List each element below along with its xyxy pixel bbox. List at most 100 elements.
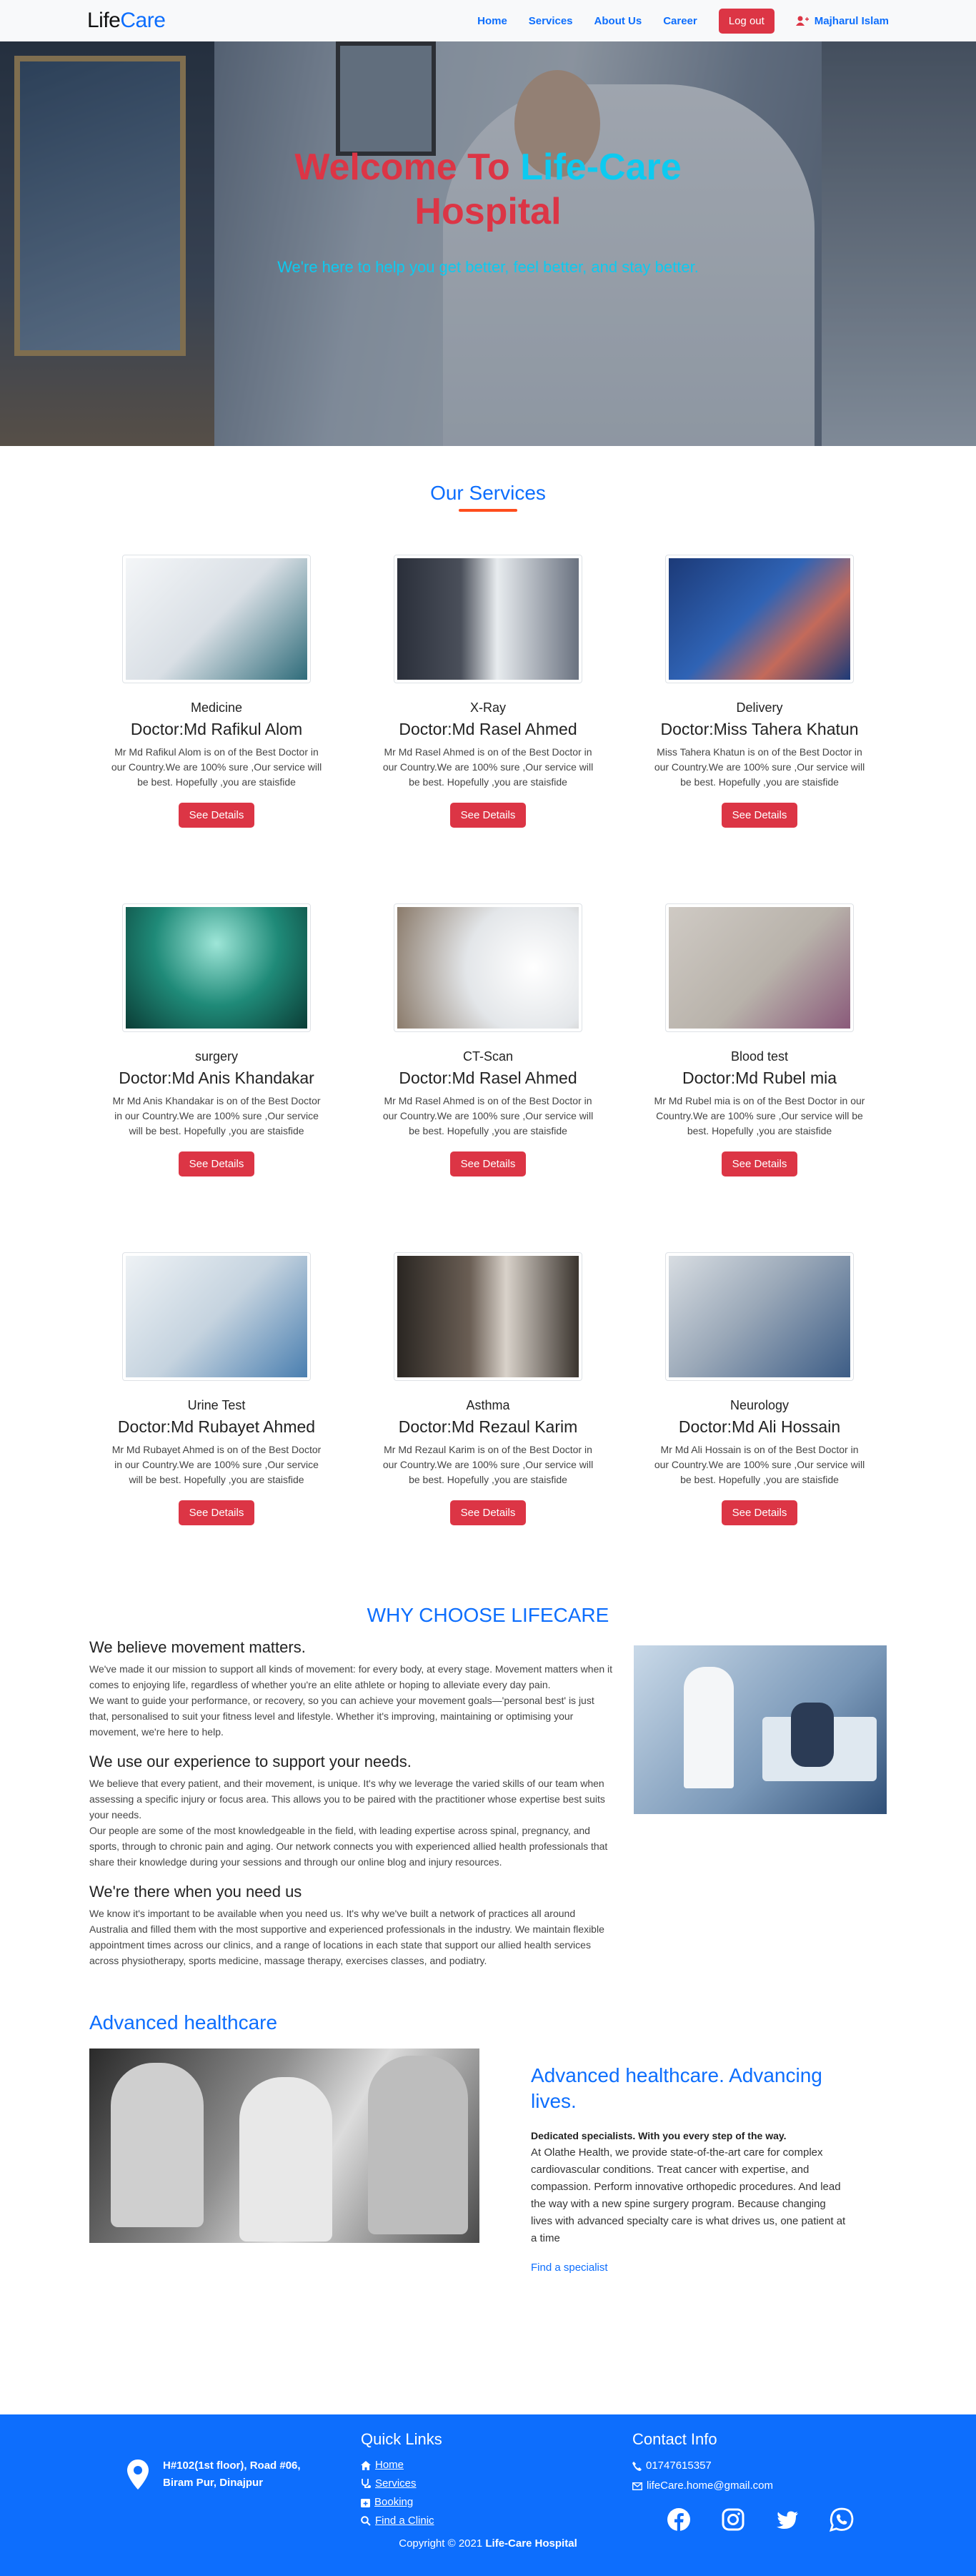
hero-title-brand: Life-Care xyxy=(520,147,682,188)
logout-button[interactable]: Log out xyxy=(718,8,775,34)
home-icon xyxy=(361,2460,371,2470)
see-details-button[interactable]: See Details xyxy=(721,1151,798,1176)
footer-link-home[interactable]: Home xyxy=(361,2456,442,2475)
advanced-image xyxy=(89,2049,479,2243)
hero-title: Welcome To Life-Care Hospital xyxy=(0,145,976,234)
hero-subtitle: We're here to help you get better, feel … xyxy=(277,258,699,276)
service-category: X-Ray xyxy=(469,700,506,715)
see-details-button[interactable]: See Details xyxy=(449,803,527,828)
phone-number: 01747615357 xyxy=(646,2459,712,2472)
hero-content: Welcome To Life-Care Hospital We're here… xyxy=(0,145,976,277)
service-doctor: Doctor:Miss Tahera Khatun xyxy=(660,720,859,738)
contact-title: Contact Info xyxy=(632,2430,717,2448)
footer-quick-links: Quick Links Home Services Booking Find a… xyxy=(361,2430,442,2530)
user-menu[interactable]: Majharul Islam xyxy=(795,14,889,27)
footer: H#102(1st floor), Road #06, Biram Pur, D… xyxy=(0,2414,976,2576)
advanced-heading: Advanced healthcare xyxy=(89,2011,278,2033)
service-doctor: Doctor:Md Rubel mia xyxy=(682,1069,837,1087)
service-category: surgery xyxy=(194,1049,239,1064)
hero-title-part2: Hospital xyxy=(414,191,562,232)
footer-address: H#102(1st floor), Road #06, Biram Pur, D… xyxy=(127,2457,301,2492)
copyright: Copyright © 2021 Life-Care Hospital xyxy=(0,2537,976,2550)
address-text: H#102(1st floor), Road #06, Biram Pur, D… xyxy=(163,2457,301,2492)
user-plus-icon xyxy=(795,16,809,26)
service-image xyxy=(665,1252,854,1381)
footer-link-booking[interactable]: Booking xyxy=(361,2493,442,2512)
service-doctor: Doctor:Md Anis Khandakar xyxy=(119,1069,314,1087)
why-subheading: We're there when you need us xyxy=(89,1883,302,1901)
service-description: Mr Md Rasel Ahmed is on of the Best Doct… xyxy=(382,746,594,788)
advanced-lead: Dedicated specialists. With you every st… xyxy=(531,2130,787,2141)
service-doctor: Doctor:Md Rasel Ahmed xyxy=(399,1069,577,1087)
see-details-button[interactable]: See Details xyxy=(449,1151,527,1176)
services-underline xyxy=(459,509,517,512)
why-paragraph: We've made it our mission to support all… xyxy=(89,1663,613,1690)
see-details-button[interactable]: See Details xyxy=(449,1500,527,1525)
service-card-delivery: Delivery Doctor:Miss Tahera Khatun Miss … xyxy=(624,555,895,871)
why-paragraph: Our people are some of the most knowledg… xyxy=(89,1825,608,1868)
service-card-bloodtest: Blood test Doctor:Md Rubel mia Mr Md Rub… xyxy=(624,903,895,1219)
find-specialist-link[interactable]: Find a specialist xyxy=(531,2262,608,2274)
service-description: Mr Md Ali Hossain is on of the Best Doct… xyxy=(654,1444,865,1485)
map-marker-icon xyxy=(127,2459,149,2490)
page: LifeCare Home Services About Us Career L… xyxy=(0,0,976,2576)
service-description: Mr Md Rasel Ahmed is on of the Best Doct… xyxy=(382,1095,594,1136)
service-image xyxy=(122,903,311,1032)
service-category: CT-Scan xyxy=(462,1049,514,1064)
advanced-section: Advanced healthcare Advanced healthcare.… xyxy=(89,2011,887,2274)
footer-link-find-clinic[interactable]: Find a Clinic xyxy=(361,2512,442,2530)
services-grid: Medicine Doctor:Md Rafikul Alom Mr Md Ra… xyxy=(81,555,895,1568)
user-name: Majharul Islam xyxy=(814,14,889,27)
service-description: Mr Md Rubayet Ahmed is on of the Best Do… xyxy=(111,1444,322,1485)
see-details-button[interactable]: See Details xyxy=(178,1151,255,1176)
address-line: H#102(1st floor), Road #06, xyxy=(163,2459,301,2472)
brand-logo[interactable]: LifeCare xyxy=(87,9,166,33)
see-details-button[interactable]: See Details xyxy=(178,1500,255,1525)
phone-icon xyxy=(632,2461,642,2471)
why-heading: WHY CHOOSE LIFECARE xyxy=(367,1604,609,1626)
social-links xyxy=(667,2507,854,2532)
hero-title-part1: Welcome To xyxy=(294,147,521,188)
nav-link-services[interactable]: Services xyxy=(529,15,573,27)
see-details-button[interactable]: See Details xyxy=(178,803,255,828)
services-title: Our Services xyxy=(430,482,546,504)
services-heading: Our Services xyxy=(0,482,976,512)
why-section: WHY CHOOSE LIFECARE We believe movement … xyxy=(89,1604,887,1968)
footer-link-label: Services xyxy=(375,2477,417,2490)
service-description: Mr Md Anis Khandakar is on of the Best D… xyxy=(112,1095,321,1136)
service-image xyxy=(394,1252,582,1381)
advanced-title: Advanced healthcare. Advancing lives. xyxy=(531,2064,822,2112)
address-line: Biram Pur, Dinajpur xyxy=(163,2477,264,2489)
service-doctor: Doctor:Md Rezaul Karim xyxy=(398,1417,578,1436)
facebook-icon[interactable] xyxy=(667,2507,691,2532)
twitter-icon[interactable] xyxy=(775,2507,800,2532)
footer-link-label: Find a Clinic xyxy=(375,2515,434,2527)
nav-link-about[interactable]: About Us xyxy=(594,15,642,27)
advanced-text: Advanced healthcare. Advancing lives. De… xyxy=(531,2049,850,2274)
hero-banner: Welcome To Life-Care Hospital We're here… xyxy=(0,41,976,446)
service-image xyxy=(122,555,311,683)
service-doctor: Doctor:Md Rafikul Alom xyxy=(130,720,303,738)
nav-link-career[interactable]: Career xyxy=(663,15,697,27)
brand-prefix: Life xyxy=(87,9,121,32)
see-details-button[interactable]: See Details xyxy=(721,1500,798,1525)
service-category: Urine Test xyxy=(187,1398,246,1412)
service-description: Mr Md Rezaul Karim is on of the Best Doc… xyxy=(382,1444,594,1485)
advanced-body: At Olathe Health, we provide state-of-th… xyxy=(531,2146,846,2244)
why-subheading: We use our experience to support your ne… xyxy=(89,1753,412,1770)
service-card-neurology: Neurology Doctor:Md Ali Hossain Mr Md Al… xyxy=(624,1252,895,1568)
contact-phone[interactable]: 01747615357 xyxy=(632,2456,854,2476)
contact-email[interactable]: lifeCare.home@gmail.com xyxy=(632,2476,854,2496)
instagram-icon[interactable] xyxy=(721,2507,745,2532)
why-paragraph: We believe that every patient, and their… xyxy=(89,1778,605,1820)
footer-link-services[interactable]: Services xyxy=(361,2475,442,2493)
brand-suffix: Care xyxy=(120,9,166,32)
whatsapp-icon[interactable] xyxy=(829,2507,854,2532)
quick-links-title: Quick Links xyxy=(361,2430,442,2448)
why-paragraph: We know it's important to be available w… xyxy=(89,1908,604,1966)
see-details-button[interactable]: See Details xyxy=(721,803,798,828)
nav-link-home[interactable]: Home xyxy=(477,15,507,27)
service-image xyxy=(665,903,854,1032)
service-doctor: Doctor:Md Rasel Ahmed xyxy=(399,720,577,738)
calendar-plus-icon xyxy=(361,2499,370,2507)
